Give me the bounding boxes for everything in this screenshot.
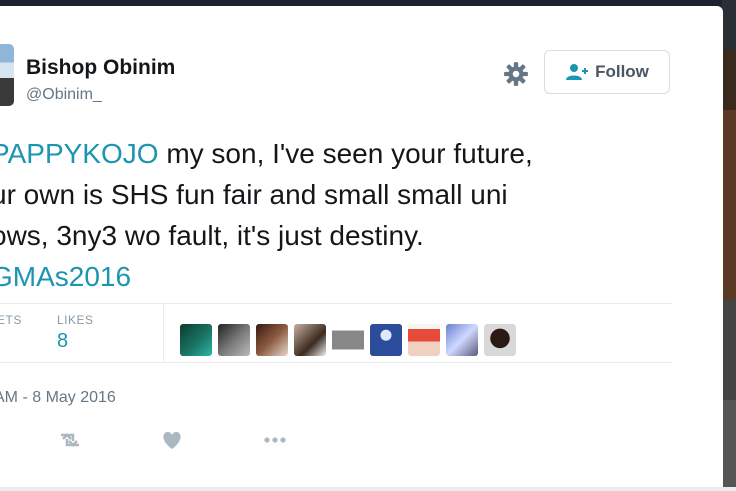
stats-top-divider bbox=[0, 303, 672, 304]
tweet-text: PAPPYKOJO my son, I've seen your future,… bbox=[0, 133, 711, 297]
tweet-timestamp[interactable]: AM - 8 May 2016 bbox=[0, 389, 116, 407]
liker-avatar[interactable] bbox=[294, 324, 326, 356]
tweet-card: Bishop Obinim @Obinim_ Follow PAPPYKOJO … bbox=[0, 6, 723, 487]
likes-label[interactable]: LIKES bbox=[57, 313, 94, 327]
retweets-label[interactable]: ETS bbox=[0, 313, 22, 327]
liker-avatar[interactable] bbox=[446, 324, 478, 356]
liker-avatar[interactable] bbox=[180, 324, 212, 356]
tweet-line: ows, 3ny3 wo fault, it's just destiny. bbox=[0, 220, 424, 251]
card-bottom-edge bbox=[0, 487, 736, 491]
more-icon[interactable] bbox=[262, 429, 288, 451]
background-photo-edge bbox=[722, 0, 736, 491]
follow-button[interactable]: Follow bbox=[544, 50, 670, 94]
avatar[interactable] bbox=[0, 44, 14, 106]
tweet-line: GMAs2016 bbox=[0, 256, 711, 297]
hashtag-link[interactable]: GMAs2016 bbox=[0, 261, 131, 292]
liker-avatar[interactable] bbox=[370, 324, 402, 356]
liker-avatar[interactable] bbox=[218, 324, 250, 356]
liker-avatar[interactable] bbox=[484, 324, 516, 356]
retweet-icon[interactable] bbox=[57, 429, 83, 451]
user-handle[interactable]: @Obinim_ bbox=[26, 86, 102, 104]
settings-gear-icon[interactable] bbox=[503, 61, 529, 87]
mention-link[interactable]: PAPPYKOJO bbox=[0, 138, 159, 169]
tweet-line: ur own is SHS fun fair and small small u… bbox=[0, 179, 508, 210]
stats-bottom-divider bbox=[0, 362, 672, 363]
follow-user-icon bbox=[566, 64, 589, 80]
liker-avatar[interactable] bbox=[332, 324, 364, 356]
likers-avatars bbox=[180, 324, 516, 356]
tweet-line: PAPPYKOJO my son, I've seen your future, bbox=[0, 133, 711, 174]
user-name[interactable]: Bishop Obinim bbox=[26, 56, 175, 80]
stats-separator bbox=[163, 304, 164, 362]
follow-label: Follow bbox=[595, 62, 649, 81]
tweet-line-text: my son, I've seen your future, bbox=[158, 138, 533, 169]
liker-avatar[interactable] bbox=[408, 324, 440, 356]
liker-avatar[interactable] bbox=[256, 324, 288, 356]
like-heart-icon[interactable] bbox=[159, 429, 185, 451]
likes-count[interactable]: 8 bbox=[57, 330, 68, 353]
